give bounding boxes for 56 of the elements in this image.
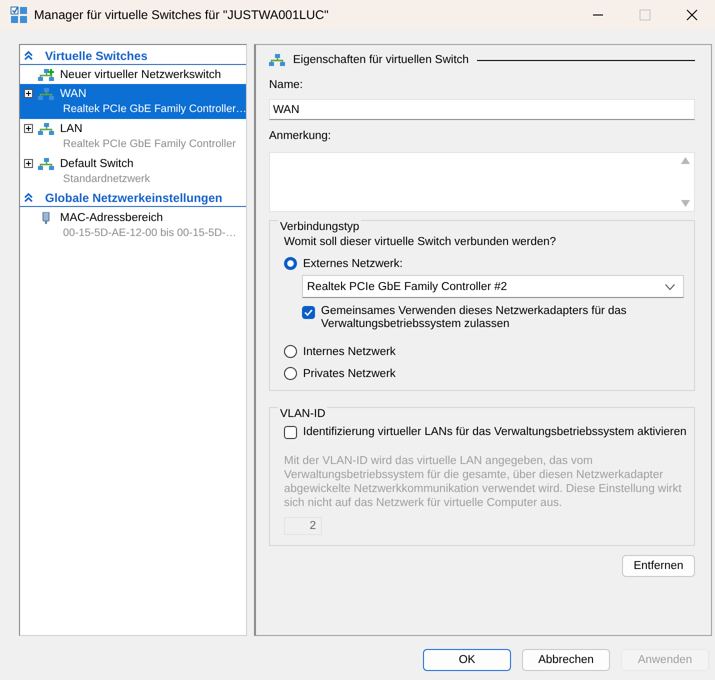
item-label: WAN xyxy=(60,88,86,100)
network-icon xyxy=(38,122,54,134)
section-header[interactable]: Globale Netzwerkeinstellungen xyxy=(20,189,246,207)
network-icon xyxy=(38,158,54,170)
radio-option[interactable]: Privates Netzwerk xyxy=(284,367,396,380)
caret-icon xyxy=(665,284,675,290)
section-header[interactable]: Virtuelle Switches xyxy=(20,47,246,65)
vlan-id-field[interactable]: 2 xyxy=(284,517,322,535)
description-text: Mit der VLAN-ID wird das virtuelle LAN angegeben, das vom Verwaltungsbetriebssystem für die gesamte, über diesen Netzwerkadapter abgewickelte Netzwerkkommunikation verwendet wird. Diese Einstellung wirkt sich nicht auf das Netzwerk für virtuelle Computer aus. xyxy=(284,454,683,510)
dialog-button[interactable]: OK xyxy=(423,649,511,671)
item-detail: Standardnetzwerk xyxy=(63,172,150,187)
radio-option[interactable]: Externes Netzwerk: xyxy=(284,257,403,270)
collapse-icon xyxy=(24,193,33,202)
group-title: Verbindungstyp xyxy=(278,220,362,234)
expand-icon[interactable] xyxy=(24,159,33,168)
dialog-button[interactable]: Abbrechen xyxy=(522,649,610,671)
radio-button[interactable] xyxy=(284,367,297,380)
close-icon xyxy=(686,9,698,21)
section-title: Globale Netzwerkeinstellungen xyxy=(45,190,222,204)
question-text: Womit soll dieser virtuelle Switch verbunden werden? xyxy=(284,236,558,248)
sidebar-item[interactable]: WAN Realtek PCIe GbE Family Controller… xyxy=(20,84,246,119)
network-icon xyxy=(38,88,54,100)
item-label: Default Switch xyxy=(60,158,134,170)
switch-manager-icon xyxy=(10,6,28,24)
maximize-icon xyxy=(638,9,650,21)
radio-button[interactable] xyxy=(284,345,297,358)
item-detail: Realtek PCIe GbE Family Controller xyxy=(63,137,236,152)
checkbox-label: Gemeinsames Verwenden dieses Netzwerkadapters für das Verwaltungsbetriebssystem zulassen xyxy=(321,305,628,331)
section-heading: Eigenschaften für virtuellen Switch xyxy=(293,54,469,66)
field-label: Name: xyxy=(269,79,304,93)
checkbox-label: Identifizierung virtueller LANs für das Verwaltungsbetriebssystem aktivieren xyxy=(303,426,687,438)
item-label: Neuer virtueller Netzwerkswitch xyxy=(60,69,222,81)
adapter-dropdown[interactable]: Realtek PCIe GbE Family Controller #2 xyxy=(302,275,684,298)
checkbox[interactable] xyxy=(284,426,297,439)
sidebar-item[interactable]: LAN Realtek PCIe GbE Family Controller xyxy=(20,119,246,154)
radio-button[interactable] xyxy=(284,257,297,270)
item-label: LAN xyxy=(60,122,82,134)
sidebar-item[interactable]: Neuer virtueller Netzwerkswitch xyxy=(20,66,246,84)
section-title: Virtuelle Switches xyxy=(45,48,148,62)
item-detail: 00-15-5D-AE-12-00 bis 00-15-5D-… xyxy=(63,226,236,241)
remove-button[interactable]: Entfernen xyxy=(622,555,695,577)
sidebar-item[interactable]: MAC-Adressbereich 00-15-5D-AE-12-00 bis 00-15-5D-… xyxy=(20,208,246,243)
expand-icon[interactable] xyxy=(24,89,33,98)
sidebar-item[interactable]: Default Switch Standardnetzwerk xyxy=(20,154,246,189)
check-icon xyxy=(304,309,313,316)
checkbox[interactable] xyxy=(302,306,315,319)
new-network-icon xyxy=(38,69,54,81)
name-field[interactable]: WAN xyxy=(269,99,695,120)
item-label: MAC-Adressbereich xyxy=(60,212,163,224)
window-title: Manager für virtuelle Switches für "JUSTWA001LUC" xyxy=(34,8,330,22)
network-icon xyxy=(269,54,285,66)
field-label: Anmerkung: xyxy=(269,130,332,144)
radio-option[interactable]: Internes Netzwerk xyxy=(284,345,396,358)
expand-icon[interactable] xyxy=(24,124,33,133)
item-detail: Realtek PCIe GbE Family Controller… xyxy=(63,102,247,117)
collapse-icon xyxy=(24,51,33,60)
